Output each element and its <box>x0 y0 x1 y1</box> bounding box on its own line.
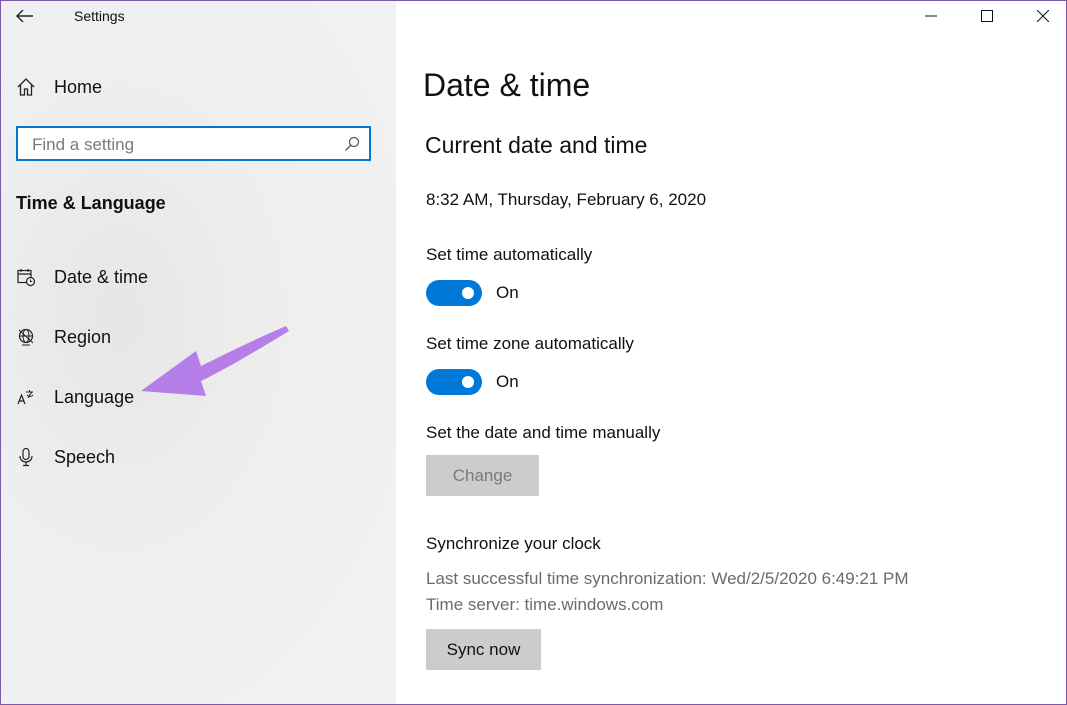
set-time-auto-state: On <box>496 283 519 302</box>
set-time-auto-label: Set time automatically <box>426 245 593 264</box>
main-content: Date & time Current date and time 8:32 A… <box>396 1 1066 704</box>
change-button[interactable]: Change <box>426 455 539 496</box>
search-field[interactable] <box>16 126 371 161</box>
language-icon <box>15 386 37 408</box>
sidebar-item-home[interactable]: Home <box>1 69 396 105</box>
sidebar-item-label: Home <box>54 76 103 97</box>
sidebar-item-date-time[interactable]: Date & time <box>1 259 396 295</box>
set-zone-auto-state: On <box>496 372 519 391</box>
sidebar: Settings Home Time & Language <box>1 1 396 704</box>
sidebar-item-label: Language <box>54 386 135 407</box>
section-title: Time & Language <box>16 193 166 213</box>
back-arrow-icon <box>16 9 33 23</box>
sync-heading: Synchronize your clock <box>426 534 601 553</box>
sidebar-item-label: Speech <box>54 446 116 467</box>
calendar-clock-icon <box>15 266 37 288</box>
toggle-knob <box>462 376 474 388</box>
set-time-auto-toggle[interactable] <box>426 280 482 306</box>
globe-icon <box>15 326 37 348</box>
set-zone-auto-label: Set time zone automatically <box>426 334 634 353</box>
settings-window: Settings Home Time & Language <box>0 0 1067 705</box>
last-sync-text: Last successful time synchronization: We… <box>426 569 909 588</box>
annotation-arrow <box>141 326 289 396</box>
sidebar-item-label: Date & time <box>54 266 149 287</box>
microphone-icon <box>15 446 37 468</box>
search-input[interactable] <box>18 128 354 161</box>
back-button[interactable] <box>9 1 41 31</box>
set-zone-auto-toggle[interactable] <box>426 369 482 395</box>
home-icon <box>15 76 37 98</box>
manual-date-label: Set the date and time manually <box>426 423 661 442</box>
sync-now-button[interactable]: Sync now <box>426 629 541 670</box>
page-title: Date & time <box>423 67 591 103</box>
app-title: Settings <box>74 8 125 24</box>
time-server-text: Time server: time.windows.com <box>426 595 664 614</box>
sidebar-item-label: Region <box>54 326 112 347</box>
search-icon[interactable] <box>344 136 360 152</box>
sidebar-item-speech[interactable]: Speech <box>1 439 396 475</box>
current-date-value: 8:32 AM, Thursday, February 6, 2020 <box>426 190 707 209</box>
toggle-knob <box>462 287 474 299</box>
current-date-heading: Current date and time <box>425 132 648 158</box>
